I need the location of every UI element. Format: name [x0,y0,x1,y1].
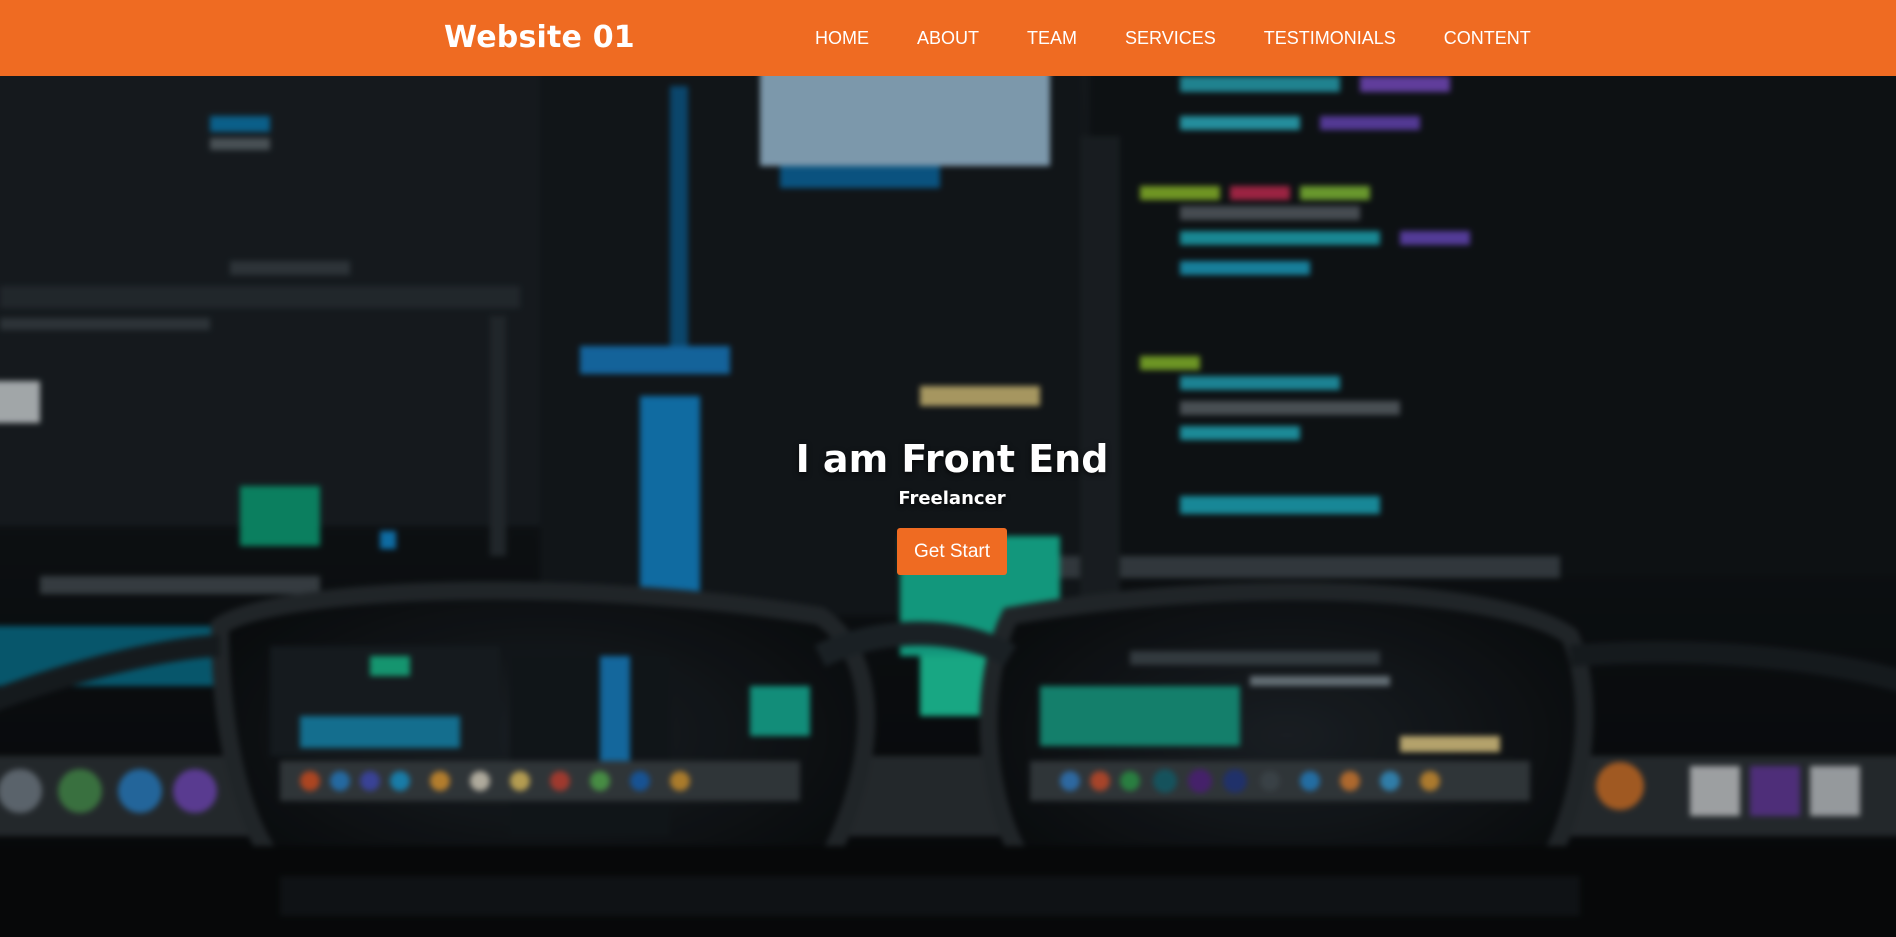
nav-item-content: CONTENT [1424,0,1559,76]
nav-link-home[interactable]: HOME [795,0,897,76]
hero-subtitle: Freelancer [898,488,1006,509]
hero-title: I am Front End [795,437,1109,481]
nav-item-services: SERVICES [1105,0,1244,76]
page: Website 01 HOME ABOUT TEAM SERVICES TEST… [0,0,1896,937]
nav-link-team[interactable]: TEAM [1007,0,1105,76]
nav-item-testimonials: TESTIMONIALS [1244,0,1424,76]
nav-menu: HOME ABOUT TEAM SERVICES TESTIMONIALS CO… [795,0,1559,76]
nav-item-about: ABOUT [897,0,1007,76]
get-start-button[interactable]: Get Start [896,528,1008,575]
nav-link-content[interactable]: CONTENT [1424,0,1559,76]
hero-section: I am Front End Freelancer Get Start [0,76,1896,937]
nav-item-home: HOME [795,0,897,76]
hero-content: I am Front End Freelancer Get Start [0,436,1896,575]
nav-link-testimonials[interactable]: TESTIMONIALS [1244,0,1424,76]
navbar: Website 01 HOME ABOUT TEAM SERVICES TEST… [0,0,1896,76]
nav-link-about[interactable]: ABOUT [897,0,1007,76]
nav-item-team: TEAM [1007,0,1105,76]
nav-link-services[interactable]: SERVICES [1105,0,1244,76]
site-logo[interactable]: Website 01 [444,18,635,58]
